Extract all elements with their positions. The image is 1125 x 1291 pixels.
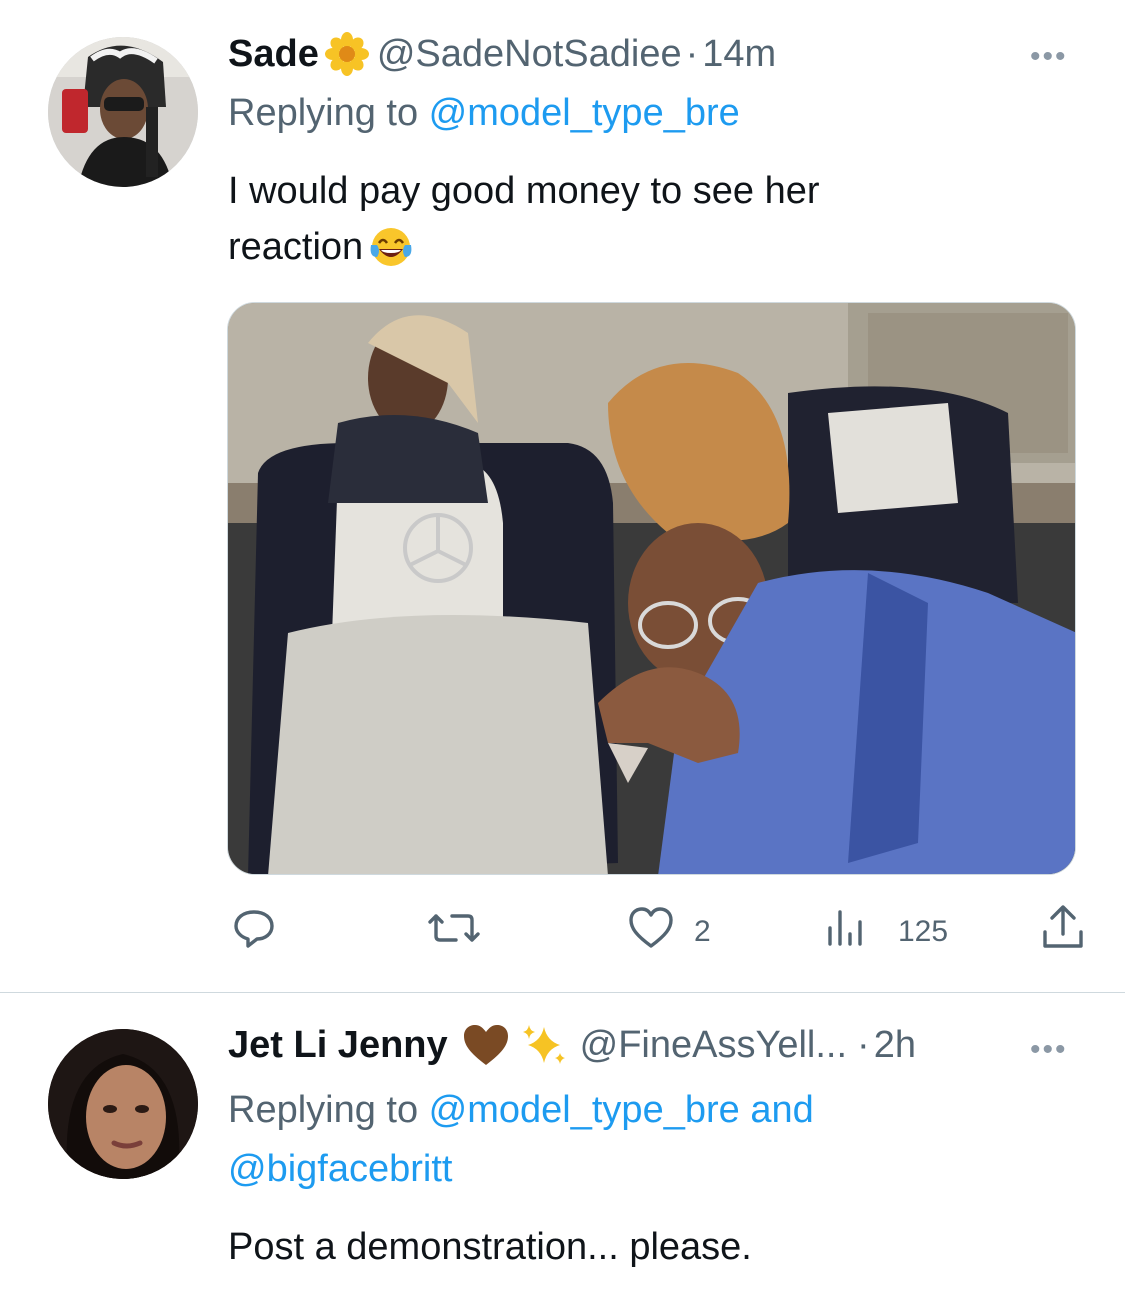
display-name[interactable]: Sade — [228, 33, 319, 76]
face-with-tears-of-joy-icon — [367, 223, 415, 271]
like-button[interactable]: 2 — [626, 904, 711, 960]
tweet-text: Post a demonstration... please. — [228, 1226, 752, 1268]
replying-to-second-line: @bigfacebritt — [228, 1148, 452, 1191]
sunflower-icon — [324, 32, 369, 76]
display-name[interactable]: Jet Li Jenny — [228, 1024, 448, 1067]
tweet-text-line-2: reaction — [228, 219, 1088, 275]
handle[interactable]: @SadeNotSadiee — [377, 33, 682, 76]
mention-link[interactable]: @model_type_bre — [429, 92, 740, 134]
mention-link[interactable]: @model_type_bre — [429, 1089, 740, 1131]
replying-to: Replying to @model_type_bre and — [228, 1089, 814, 1132]
tweet-header: Sade @SadeNotSadiee · 14m — [228, 32, 776, 76]
heart-icon — [626, 904, 676, 960]
timestamp[interactable]: 14m — [702, 33, 776, 76]
reply-button[interactable] — [230, 904, 278, 960]
like-count: 2 — [694, 915, 711, 948]
tweet-header: Jet Li Jenny @FineAssYell... · 2h — [228, 1023, 916, 1067]
mention-link-2[interactable]: @bigfacebritt — [228, 1148, 452, 1190]
retweet-icon — [426, 904, 482, 960]
brown-heart-icon — [462, 1023, 510, 1067]
share-button[interactable] — [1040, 902, 1086, 960]
more-options-icon[interactable]: ••• — [1030, 1033, 1068, 1067]
tweet-text-line-1: I would pay good money to see her — [228, 170, 820, 212]
tweet-actions: 2 125 — [0, 900, 1125, 960]
tweet-text: I would pay good money to see her reacti… — [228, 163, 1088, 275]
tweet-media-image[interactable] — [227, 302, 1076, 875]
tweet-jet-li-jenny[interactable]: Jet Li Jenny @FineAssYell... · 2h ••• Re… — [0, 993, 1125, 1291]
replying-to: Replying to @model_type_bre — [228, 92, 740, 135]
views-count: 125 — [898, 915, 949, 948]
retweet-button[interactable] — [426, 904, 482, 960]
avatar-sade[interactable] — [48, 37, 198, 187]
tweet-sade[interactable]: Sade @SadeNotSadiee · 14m ••• Replying t… — [0, 0, 1125, 992]
separator-dot: · — [685, 32, 699, 75]
sparkles-icon — [520, 1023, 568, 1067]
replying-to-label: Replying to — [228, 92, 429, 134]
replying-and-label[interactable]: and — [740, 1089, 813, 1131]
handle[interactable]: @FineAssYell... — [580, 1024, 847, 1067]
replying-to-label: Replying to — [228, 1089, 429, 1131]
avatar-jet-li-jenny[interactable] — [48, 1029, 198, 1179]
timestamp[interactable]: 2h — [874, 1024, 916, 1067]
separator-dot: · — [857, 1023, 870, 1066]
tweet-text-line-2-text: reaction — [228, 226, 364, 268]
more-options-icon[interactable]: ••• — [1030, 40, 1068, 74]
views-button[interactable]: 125 — [824, 904, 948, 960]
reply-icon — [230, 904, 278, 960]
share-icon — [1040, 902, 1086, 960]
views-icon — [824, 904, 868, 960]
